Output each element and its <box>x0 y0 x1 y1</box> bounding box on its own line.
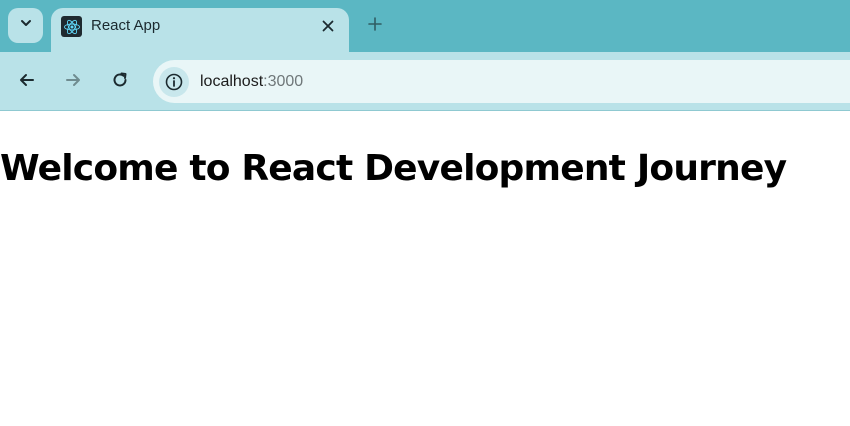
tab-react-app[interactable]: React App <box>51 8 349 52</box>
address-bar[interactable]: localhost:3000 <box>153 60 850 103</box>
tab-title: React App <box>91 17 161 34</box>
tab-strip: React App <box>0 0 850 52</box>
close-icon[interactable] <box>317 15 339 37</box>
forward-button[interactable] <box>60 69 86 95</box>
page-heading: Welcome to React Development Journey <box>0 148 787 189</box>
new-tab-button[interactable] <box>362 13 388 39</box>
browser-window: React App localhost:3000 Welcome to Reac… <box>0 0 850 426</box>
back-arrow-icon <box>18 71 36 94</box>
info-icon[interactable] <box>159 67 189 97</box>
toolbar: localhost:3000 <box>0 52 850 110</box>
tab-search-button[interactable] <box>8 8 43 43</box>
chevron-down-icon <box>19 16 33 35</box>
back-button[interactable] <box>14 69 40 95</box>
forward-arrow-icon <box>64 71 82 94</box>
reload-icon <box>111 71 129 94</box>
reload-button[interactable] <box>107 69 133 95</box>
url-port: :3000 <box>263 73 304 90</box>
plus-icon <box>368 16 382 36</box>
url-host: localhost <box>200 73 264 90</box>
react-logo-icon <box>61 16 82 37</box>
url-text[interactable]: localhost:3000 <box>200 72 303 92</box>
page-content: Welcome to React Development Journey <box>0 111 850 426</box>
